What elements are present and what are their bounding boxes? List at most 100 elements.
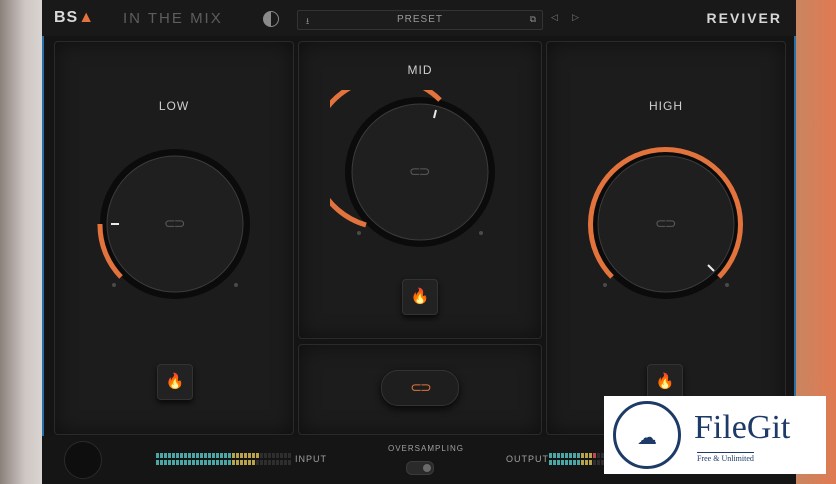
meter-segment — [284, 453, 287, 458]
band-panel-mid: MID ⊂⊃ 🔥 — [298, 41, 542, 339]
saturation-button-mid[interactable]: 🔥 — [402, 279, 438, 315]
meter-segment — [565, 460, 568, 465]
meter-segment — [232, 453, 235, 458]
meter-segment — [212, 453, 215, 458]
meter-segment — [184, 453, 187, 458]
meter-segment — [585, 453, 588, 458]
meter-segment — [569, 460, 572, 465]
meter-segment — [180, 460, 183, 465]
meter-segment — [284, 460, 287, 465]
meter-segment — [184, 460, 187, 465]
meter-segment — [172, 453, 175, 458]
input-label: INPUT — [295, 454, 327, 464]
top-bar: BS▲ IN THE MIX ⭳ PRESET ⧉ ◁ ▷ REVIVER — [42, 0, 796, 36]
meter-segment — [561, 453, 564, 458]
meter-segment — [581, 453, 584, 458]
meter-segment — [188, 453, 191, 458]
flame-icon: 🔥 — [655, 373, 675, 390]
background-left — [0, 0, 42, 484]
meter-segment — [569, 453, 572, 458]
input-meter-right — [156, 460, 291, 465]
meter-segment — [264, 453, 267, 458]
saturation-button-low[interactable]: 🔥 — [157, 364, 193, 400]
meter-segment — [597, 453, 600, 458]
meter-segment — [593, 460, 596, 465]
meter-segment — [224, 453, 227, 458]
meter-segment — [168, 460, 171, 465]
meter-segment — [212, 460, 215, 465]
meter-segment — [240, 453, 243, 458]
meter-segment — [220, 460, 223, 465]
meter-segment — [256, 453, 259, 458]
cloud-logo-icon: ☁ — [613, 401, 681, 469]
meter-segment — [160, 460, 163, 465]
meter-segment — [208, 453, 211, 458]
meter-segment — [236, 453, 239, 458]
meter-segment — [577, 453, 580, 458]
meter-segment — [557, 453, 560, 458]
knob-high[interactable]: ⊂⊃ — [576, 142, 756, 302]
meter-segment — [156, 453, 159, 458]
saturation-button-high[interactable]: 🔥 — [647, 364, 683, 400]
open-preset-icon[interactable]: ⧉ — [530, 14, 536, 25]
oversampling-label: OVERSAMPLING — [388, 444, 465, 453]
meter-segment — [268, 460, 271, 465]
meter-segment — [553, 460, 556, 465]
oversampling-toggle[interactable] — [406, 461, 434, 475]
meter-segment — [585, 460, 588, 465]
meter-segment — [236, 460, 239, 465]
meter-segment — [196, 460, 199, 465]
input-meter — [156, 453, 291, 458]
meter-segment — [192, 460, 195, 465]
meter-segment — [248, 460, 251, 465]
meter-segment — [577, 460, 580, 465]
meter-segment — [224, 460, 227, 465]
meter-segment — [204, 460, 207, 465]
meter-segment — [561, 460, 564, 465]
preset-selector[interactable]: ⭳ PRESET ⧉ — [297, 10, 543, 30]
meter-segment — [228, 453, 231, 458]
plugin-name: IN THE MIX — [123, 10, 223, 27]
brand-logo[interactable]: BS▲ — [54, 9, 95, 27]
meter-segment — [276, 460, 279, 465]
meter-segment — [180, 453, 183, 458]
prev-preset-icon[interactable]: ◁ — [551, 12, 558, 23]
link-bands-button[interactable]: ⊂⊃ — [381, 370, 459, 406]
theme-toggle-icon[interactable] — [263, 11, 279, 27]
link-icon: ⊂⊃ — [410, 379, 431, 395]
next-preset-icon[interactable]: ▷ — [572, 12, 579, 23]
meter-segment — [264, 460, 267, 465]
knob-mid[interactable]: ⊂⊃ — [330, 90, 510, 250]
meter-segment — [260, 460, 263, 465]
meter-segment — [204, 453, 207, 458]
meter-segment — [256, 460, 259, 465]
meter-segment — [593, 453, 596, 458]
meter-segment — [573, 453, 576, 458]
meter-segment — [268, 453, 271, 458]
output-meter — [549, 453, 604, 458]
meter-segment — [288, 460, 291, 465]
knob-low[interactable]: ⊂⊃ — [85, 142, 265, 302]
watermark-name: FileGit — [694, 409, 791, 446]
meter-segment — [196, 453, 199, 458]
meter-segment — [160, 453, 163, 458]
meter-segment — [573, 460, 576, 465]
meter-segment — [240, 460, 243, 465]
meter-segment — [272, 453, 275, 458]
product-logo: REVIVER — [706, 10, 782, 26]
output-meter-right — [549, 460, 604, 465]
output-label: OUTPUT — [506, 454, 549, 464]
band-panel-high: HIGH ⊂⊃ 🔥 — [546, 41, 786, 435]
meter-segment — [216, 453, 219, 458]
meter-segment — [276, 453, 279, 458]
meter-segment — [172, 460, 175, 465]
input-gain-knob[interactable] — [64, 441, 102, 479]
meter-segment — [272, 460, 275, 465]
meter-segment — [164, 453, 167, 458]
band-panel-low: LOW ⊂⊃ 🔥 — [54, 41, 294, 435]
meter-segment — [581, 460, 584, 465]
meter-segment — [260, 453, 263, 458]
preset-label: PRESET — [396, 14, 443, 25]
meter-segment — [288, 453, 291, 458]
filegit-watermark: ☁ FileGit Free & Unlimited — [604, 396, 826, 474]
